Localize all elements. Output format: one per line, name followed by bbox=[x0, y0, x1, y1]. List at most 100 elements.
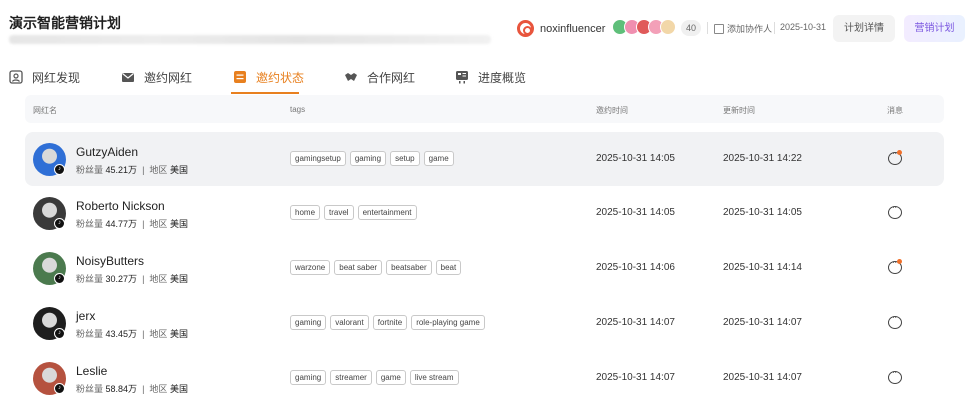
influencer-name[interactable]: Roberto Nickson bbox=[76, 199, 165, 213]
divider bbox=[774, 22, 775, 34]
region-label: 地区 bbox=[149, 219, 168, 229]
tag-chip: live stream bbox=[409, 370, 459, 385]
brand-name: noxinfluencer bbox=[540, 22, 606, 35]
tag-chip: home bbox=[290, 205, 321, 220]
tag-chip: warzone bbox=[290, 260, 331, 275]
region-label: 地区 bbox=[149, 384, 168, 394]
influencer-meta: 粉丝量 45.21万 | 地区 美国 bbox=[76, 165, 188, 175]
influencer-name[interactable]: jerx bbox=[76, 309, 95, 323]
fans-count: 45.21万 bbox=[105, 165, 138, 175]
tab-label: 邀约状态 bbox=[256, 70, 305, 85]
tab-cooperating-influencers[interactable]: 合作网红 bbox=[344, 67, 415, 87]
marketing-plan-button[interactable]: 营销计划 bbox=[904, 15, 965, 42]
tab-influencer-discovery[interactable]: 网红发现 bbox=[9, 67, 80, 87]
unread-dot bbox=[897, 150, 902, 155]
tag-chip: setup bbox=[390, 151, 420, 166]
tag-chip: valorant bbox=[330, 315, 369, 330]
add-collaborator-label: 添加协作人 bbox=[727, 24, 773, 34]
table-row[interactable]: ♪ jerx 粉丝量 43.45万 | 地区 美国 gaming valorant… bbox=[25, 296, 944, 350]
tiktok-icon: ♪ bbox=[54, 383, 65, 394]
table-row[interactable]: ♪ NoisyButters 粉丝量 30.27万 | 地区 美国 warzon… bbox=[25, 241, 944, 295]
tag-chip: fortnite bbox=[372, 315, 408, 330]
tag-chip: streamer bbox=[330, 370, 372, 385]
tiktok-icon: ♪ bbox=[54, 164, 65, 175]
tag-chip: gaming bbox=[349, 151, 387, 166]
collaborator-avatar[interactable] bbox=[660, 19, 676, 35]
column-header-influencer: 网红名 bbox=[33, 106, 57, 115]
fans-label: 粉丝量 bbox=[76, 329, 104, 339]
tiktok-icon: ♪ bbox=[54, 218, 65, 229]
invite-time: 2025-10-31 14:07 bbox=[596, 317, 675, 328]
region-value: 美国 bbox=[169, 219, 188, 229]
plan-detail-button[interactable]: 计划详情 bbox=[833, 15, 895, 42]
table-row[interactable]: ♪ Roberto Nickson 粉丝量 44.77万 | 地区 美国 hom… bbox=[25, 186, 944, 240]
fans-count: 44.77万 bbox=[105, 219, 138, 229]
plan-date: 2025-10-31 bbox=[780, 22, 827, 32]
page-header: 演示智能营销计划 noxinfluencer 40 添加协作人 2025-10-… bbox=[0, 0, 969, 60]
tag-chip: game bbox=[423, 151, 454, 166]
influencer-meta: 粉丝量 44.77万 | 地区 美国 bbox=[76, 219, 188, 229]
table-row[interactable]: ♪ Leslie 粉丝量 58.84万 | 地区 美国 gaming stream… bbox=[25, 351, 944, 405]
message-icon[interactable] bbox=[888, 368, 902, 384]
person-frame-icon bbox=[9, 70, 23, 84]
tab-progress-overview[interactable]: 进度概览 bbox=[455, 67, 526, 87]
tag-chip: role-playing game bbox=[411, 315, 485, 330]
fans-count: 58.84万 bbox=[105, 384, 138, 394]
region-label: 地区 bbox=[149, 329, 168, 339]
fans-label: 粉丝量 bbox=[76, 219, 104, 229]
tag-chip: beatsaber bbox=[386, 260, 432, 275]
handshake-icon bbox=[344, 70, 358, 84]
update-time: 2025-10-31 14:07 bbox=[723, 317, 802, 328]
unread-dot bbox=[897, 259, 902, 264]
list-icon bbox=[233, 70, 247, 84]
invite-time: 2025-10-31 14:07 bbox=[596, 372, 675, 383]
message-icon[interactable] bbox=[888, 313, 902, 329]
tag-chip: gamingsetup bbox=[290, 151, 346, 166]
collaborator-avatars[interactable] bbox=[612, 19, 676, 35]
tag-list: warzone beat saber beatsaber beat bbox=[290, 260, 462, 275]
tag-chip: game bbox=[375, 370, 406, 385]
tab-invite-influencers[interactable]: 邀约网红 bbox=[121, 67, 192, 87]
tab-label: 网红发现 bbox=[32, 70, 81, 85]
tag-chip: travel bbox=[324, 205, 354, 220]
overview-icon bbox=[455, 70, 469, 84]
tab-label: 邀约网红 bbox=[144, 70, 193, 85]
region-value: 美国 bbox=[169, 165, 188, 175]
tag-list: gaming valorant fortnite role-playing game bbox=[290, 315, 485, 330]
tag-chip: gaming bbox=[290, 370, 327, 385]
influencer-name[interactable]: GutzyAiden bbox=[76, 145, 138, 159]
tag-list: home travel entertainment bbox=[290, 205, 417, 220]
influencer-name[interactable]: Leslie bbox=[76, 364, 107, 378]
column-header-tags: tags bbox=[290, 105, 306, 114]
collaborator-count[interactable]: 40 bbox=[681, 20, 702, 36]
message-icon[interactable] bbox=[888, 203, 902, 219]
tag-chip: beat saber bbox=[334, 260, 383, 275]
influencer-meta: 粉丝量 30.27万 | 地区 美国 bbox=[76, 274, 188, 284]
update-time: 2025-10-31 14:07 bbox=[723, 372, 802, 383]
region-label: 地区 bbox=[149, 165, 168, 175]
fans-label: 粉丝量 bbox=[76, 165, 104, 175]
tab-invite-status[interactable]: 邀约状态 bbox=[233, 67, 304, 87]
update-time: 2025-10-31 14:05 bbox=[723, 207, 802, 218]
brand: noxinfluencer bbox=[517, 20, 605, 37]
table-header: 网红名 tags 邀约时间 更新时间 消息 bbox=[25, 95, 944, 123]
edit-icon bbox=[714, 23, 724, 34]
fans-count: 43.45万 bbox=[105, 329, 138, 339]
update-time: 2025-10-31 14:14 bbox=[723, 262, 802, 273]
tag-chip: gaming bbox=[290, 315, 327, 330]
blurred-description bbox=[9, 35, 491, 44]
tiktok-icon: ♪ bbox=[54, 328, 65, 339]
tag-chip: entertainment bbox=[357, 205, 417, 220]
divider bbox=[707, 22, 708, 34]
noxinfluencer-logo-icon bbox=[517, 20, 534, 37]
invite-time: 2025-10-31 14:06 bbox=[596, 262, 675, 273]
add-collaborator-button[interactable]: 添加协作人 bbox=[714, 22, 772, 35]
tag-list: gaming streamer game live stream bbox=[290, 370, 459, 385]
table-row[interactable]: ♪ GutzyAiden 粉丝量 45.21万 | 地区 美国 gamingse… bbox=[25, 132, 944, 186]
region-value: 美国 bbox=[169, 329, 188, 339]
invite-time: 2025-10-31 14:05 bbox=[596, 207, 675, 218]
influencer-name[interactable]: NoisyButters bbox=[76, 254, 144, 268]
column-header-update-time: 更新时间 bbox=[723, 106, 755, 115]
active-tab-indicator bbox=[231, 92, 299, 94]
invite-time: 2025-10-31 14:05 bbox=[596, 153, 675, 164]
